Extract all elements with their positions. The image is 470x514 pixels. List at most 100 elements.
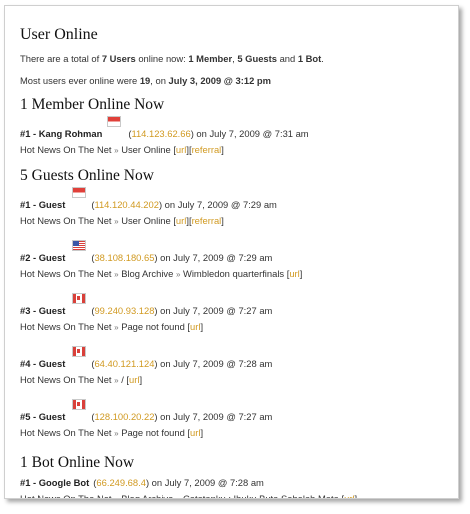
path-segment: Hot News On The Net	[20, 268, 112, 279]
most-users-record: Most users ever online were 19, on July …	[20, 74, 458, 87]
path-segment: Hot News On The Net	[20, 374, 112, 385]
visitor-name: #4 - Guest	[20, 358, 66, 369]
users-count: 7 Users	[101, 53, 136, 64]
path-segment: Blog Archive	[121, 268, 174, 279]
record-date: July 3, 2009 @ 3:12 pm	[168, 75, 271, 86]
list-item: #1 - Guest (114.120.44.202) on July 7, 20…	[20, 187, 458, 228]
record-text: Most users ever online were	[20, 75, 140, 86]
visitor-info: #1 - Kang Rohman (114.123.62.66) on July …	[20, 116, 458, 140]
visitor-info: #5 - Guest (128.100.20.22) on July 7, 200…	[20, 399, 458, 423]
list-item: #1 - Google Bot (66.249.68.4) on July 7, …	[20, 476, 458, 499]
ip-address-link[interactable]: 38.108.180.65	[94, 252, 154, 263]
list-item: #5 - Guest (128.100.20.22) on July 7, 200…	[20, 399, 458, 440]
path-segment: Hot News On The Net	[20, 215, 112, 226]
path-segment: Hot News On The Net	[20, 321, 112, 332]
ip-address-link[interactable]: 114.120.44.202	[94, 199, 158, 210]
path-separator: »	[114, 429, 119, 438]
list-item: #4 - Guest (64.40.121.124) on July 7, 200…	[20, 346, 458, 387]
members-count: 1 Member	[188, 53, 233, 64]
list-item: #1 - Kang Rohman (114.123.62.66) on July …	[20, 116, 458, 157]
path-segment: Page not found	[121, 321, 185, 332]
path-separator: »	[114, 146, 119, 155]
url-link[interactable]: url	[344, 493, 354, 498]
path-segment: Wimbledon quarterfinals	[183, 268, 285, 279]
indonesia-flag-icon	[107, 116, 121, 127]
canada-flag-icon	[72, 293, 86, 304]
path-separator: »	[114, 323, 119, 332]
page-frame: User Online There are a total of 7 Users…	[4, 5, 459, 499]
path-segment: Hot News On The Net	[20, 493, 112, 499]
path-separator: »	[114, 270, 119, 279]
canada-flag-icon	[72, 399, 86, 410]
summary-text: There are a total of	[20, 53, 102, 64]
referral-link[interactable]: referral	[192, 144, 222, 155]
record-text: , on	[150, 75, 169, 86]
summary-text: and	[276, 53, 298, 64]
page-title: User Online	[20, 26, 98, 43]
path-segment: Catatanku : Ibuku Buta Sebelah Mata	[183, 493, 339, 499]
content: User Online There are a total of 7 Users…	[5, 6, 458, 499]
path-separator: »	[114, 217, 119, 226]
path-segment: Hot News On The Net	[20, 427, 112, 438]
visitor-name: #2 - Guest	[20, 252, 66, 263]
path-separator: »	[114, 376, 119, 385]
url-link[interactable]: url	[176, 144, 186, 155]
page-path: Hot News On The Net » User Online [url][…	[20, 144, 224, 155]
visitor-name: #1 - Google Bot	[20, 477, 90, 488]
url-link[interactable]: url	[190, 321, 200, 332]
referral-link[interactable]: referral	[192, 215, 222, 226]
list-item: #2 - Guest (38.108.180.65) on July 7, 200…	[20, 240, 458, 281]
path-segment: Hot News On The Net	[20, 144, 112, 155]
visitor-name: #1 - Guest	[20, 199, 66, 210]
page-path: Hot News On The Net » User Online [url][…	[20, 215, 224, 226]
visit-time: on July 7, 2009 @ 7:29 am	[157, 252, 273, 263]
visitor-info: #1 - Google Bot (66.249.68.4) on July 7, …	[20, 477, 264, 488]
path-separator: »	[176, 495, 180, 498]
visit-time: on July 7, 2009 @ 7:27 am	[157, 411, 273, 422]
total-users-summary: There are a total of 7 Users online now:…	[20, 52, 458, 65]
members-heading: 1 Member Online Now	[20, 96, 165, 113]
visit-time: on July 7, 2009 @ 7:31 am	[193, 128, 309, 139]
path-segment: User Online	[121, 144, 171, 155]
summary-text: online now:	[135, 53, 189, 64]
record-count: 19	[139, 75, 151, 86]
visitor-info: #1 - Guest (114.120.44.202) on July 7, 20…	[20, 187, 458, 211]
guests-count: 5 Guests	[237, 53, 277, 64]
path-separator: »	[114, 495, 118, 498]
ip-address-link[interactable]: 66.249.68.4	[96, 477, 146, 488]
canada-flag-icon	[72, 346, 86, 357]
path-segment: Blog Archive	[121, 493, 174, 499]
page-path: Hot News On The Net » Page not found [ur…	[20, 321, 204, 332]
visitor-name: #3 - Guest	[20, 305, 66, 316]
url-link[interactable]: url	[176, 215, 186, 226]
guests-heading: 5 Guests Online Now	[20, 167, 154, 184]
members-list: #1 - Kang Rohman (114.123.62.66) on July …	[20, 116, 458, 157]
visit-time: on July 7, 2009 @ 7:27 am	[157, 305, 273, 316]
page-path: Hot News On The Net » / [url]	[20, 374, 143, 385]
ip-address-link[interactable]: 128.100.20.22	[94, 411, 154, 422]
path-segment: /	[121, 374, 124, 385]
visitor-name: #1 - Kang Rohman	[20, 128, 103, 139]
url-link[interactable]: url	[129, 374, 139, 385]
ip-address-link[interactable]: 99.240.93.128	[94, 305, 154, 316]
list-item: #3 - Guest (99.240.93.128) on July 7, 200…	[20, 293, 458, 334]
page-path: Hot News On The Net » Page not found [ur…	[20, 427, 204, 438]
bots-count: 1 Bot	[297, 53, 322, 64]
page-path: Hot News On The Net » Blog Archive » Wim…	[20, 268, 303, 279]
url-link[interactable]: url	[289, 268, 299, 279]
ip-address-link[interactable]: 64.40.121.124	[94, 358, 154, 369]
ip-address-link[interactable]: 114.123.62.66	[131, 128, 190, 139]
visitor-info: #3 - Guest (99.240.93.128) on July 7, 200…	[20, 293, 458, 317]
bots-heading: 1 Bot Online Now	[20, 454, 135, 471]
url-link[interactable]: url	[190, 427, 200, 438]
bots-list: #1 - Google Bot (66.249.68.4) on July 7, …	[20, 476, 458, 499]
path-segment: User Online	[121, 215, 171, 226]
page-path: Hot News On The Net » Blog Archive » Cat…	[20, 492, 458, 499]
usa-flag-icon	[72, 240, 86, 251]
visitor-info: #4 - Guest (64.40.121.124) on July 7, 200…	[20, 346, 458, 370]
summary-text: .	[321, 53, 324, 64]
visit-time: on July 7, 2009 @ 7:29 am	[162, 199, 277, 210]
visitor-name: #5 - Guest	[20, 411, 66, 422]
guests-list: #1 - Guest (114.120.44.202) on July 7, 20…	[20, 187, 458, 440]
visit-time: on July 7, 2009 @ 7:28 am	[149, 477, 264, 488]
